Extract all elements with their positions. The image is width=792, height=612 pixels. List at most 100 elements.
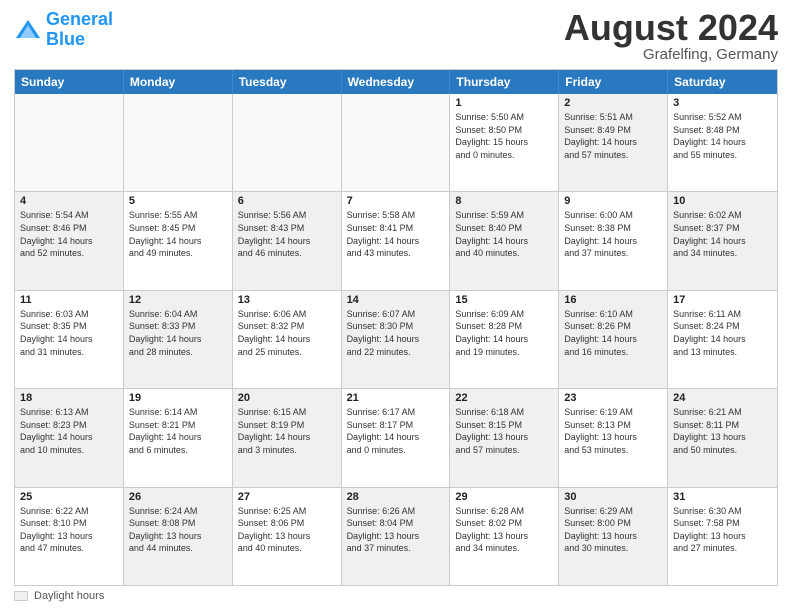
day-info-28: Sunrise: 6:26 AM Sunset: 8:04 PM Dayligh…: [347, 505, 445, 555]
day-number-1: 1: [455, 97, 553, 109]
day-info-2: Sunrise: 5:51 AM Sunset: 8:49 PM Dayligh…: [564, 111, 662, 161]
day-info-16: Sunrise: 6:10 AM Sunset: 8:26 PM Dayligh…: [564, 308, 662, 358]
day-cell-12: 12 Sunrise: 6:04 AM Sunset: 8:33 PM Dayli…: [124, 291, 233, 388]
day-cell-2: 2 Sunrise: 5:51 AM Sunset: 8:49 PM Daylig…: [559, 94, 668, 191]
day-cell-5: 5 Sunrise: 5:55 AM Sunset: 8:45 PM Daylig…: [124, 192, 233, 289]
calendar-body: 1 Sunrise: 5:50 AM Sunset: 8:50 PM Daylig…: [15, 94, 777, 585]
logo: General Blue: [14, 10, 113, 50]
day-info-5: Sunrise: 5:55 AM Sunset: 8:45 PM Dayligh…: [129, 209, 227, 259]
day-number-2: 2: [564, 97, 662, 109]
day-info-11: Sunrise: 6:03 AM Sunset: 8:35 PM Dayligh…: [20, 308, 118, 358]
empty-cell: [15, 94, 124, 191]
day-info-4: Sunrise: 5:54 AM Sunset: 8:46 PM Dayligh…: [20, 209, 118, 259]
day-info-14: Sunrise: 6:07 AM Sunset: 8:30 PM Dayligh…: [347, 308, 445, 358]
day-info-31: Sunrise: 6:30 AM Sunset: 7:58 PM Dayligh…: [673, 505, 772, 555]
day-info-10: Sunrise: 6:02 AM Sunset: 8:37 PM Dayligh…: [673, 209, 772, 259]
day-info-30: Sunrise: 6:29 AM Sunset: 8:00 PM Dayligh…: [564, 505, 662, 555]
day-info-23: Sunrise: 6:19 AM Sunset: 8:13 PM Dayligh…: [564, 406, 662, 456]
day-info-21: Sunrise: 6:17 AM Sunset: 8:17 PM Dayligh…: [347, 406, 445, 456]
day-number-15: 15: [455, 294, 553, 306]
day-cell-26: 26Sunrise: 6:24 AM Sunset: 8:08 PM Dayli…: [124, 488, 233, 585]
weekday-sunday: Sunday: [15, 70, 124, 94]
day-number-9: 9: [564, 195, 662, 207]
logo-blue: Blue: [46, 29, 85, 49]
day-cell-6: 6Sunrise: 5:56 AM Sunset: 8:43 PM Daylig…: [233, 192, 342, 289]
day-number-24: 24: [673, 392, 772, 404]
day-cell-15: 15 Sunrise: 6:09 AM Sunset: 8:28 PM Dayli…: [450, 291, 559, 388]
day-number-22: 22: [455, 392, 553, 404]
day-number-18: 18: [20, 392, 118, 404]
weekday-monday: Monday: [124, 70, 233, 94]
day-cell-24: 24Sunrise: 6:21 AM Sunset: 8:11 PM Dayli…: [668, 389, 777, 486]
day-info-7: Sunrise: 5:58 AM Sunset: 8:41 PM Dayligh…: [347, 209, 445, 259]
calendar-week-5: 25 Sunrise: 6:22 AM Sunset: 8:10 PM Dayli…: [15, 488, 777, 585]
header: General Blue August 2024 Grafelfing, Ger…: [14, 10, 778, 63]
day-number-25: 25: [20, 491, 118, 503]
day-number-30: 30: [564, 491, 662, 503]
day-cell-20: 20 Sunrise: 6:15 AM Sunset: 8:19 PM Dayli…: [233, 389, 342, 486]
day-cell-19: 19Sunrise: 6:14 AM Sunset: 8:21 PM Dayli…: [124, 389, 233, 486]
day-cell-23: 23 Sunrise: 6:19 AM Sunset: 8:13 PM Dayli…: [559, 389, 668, 486]
day-info-3: Sunrise: 5:52 AM Sunset: 8:48 PM Dayligh…: [673, 111, 772, 161]
day-number-14: 14: [347, 294, 445, 306]
day-cell-3: 3 Sunrise: 5:52 AM Sunset: 8:48 PM Daylig…: [668, 94, 777, 191]
day-cell-16: 16 Sunrise: 6:10 AM Sunset: 8:26 PM Dayli…: [559, 291, 668, 388]
day-info-29: Sunrise: 6:28 AM Sunset: 8:02 PM Dayligh…: [455, 505, 553, 555]
day-cell-31: 31 Sunrise: 6:30 AM Sunset: 7:58 PM Dayli…: [668, 488, 777, 585]
day-cell-17: 17 Sunrise: 6:11 AM Sunset: 8:24 PM Dayli…: [668, 291, 777, 388]
day-info-22: Sunrise: 6:18 AM Sunset: 8:15 PM Dayligh…: [455, 406, 553, 456]
day-cell-18: 18 Sunrise: 6:13 AM Sunset: 8:23 PM Dayli…: [15, 389, 124, 486]
day-cell-9: 9Sunrise: 6:00 AM Sunset: 8:38 PM Daylig…: [559, 192, 668, 289]
day-number-23: 23: [564, 392, 662, 404]
title-location: Grafelfing, Germany: [564, 46, 778, 63]
weekday-thursday: Thursday: [450, 70, 559, 94]
day-info-12: Sunrise: 6:04 AM Sunset: 8:33 PM Dayligh…: [129, 308, 227, 358]
logo-icon: [14, 16, 42, 44]
day-number-21: 21: [347, 392, 445, 404]
day-cell-25: 25 Sunrise: 6:22 AM Sunset: 8:10 PM Dayli…: [15, 488, 124, 585]
day-cell-8: 8Sunrise: 5:59 AM Sunset: 8:40 PM Daylig…: [450, 192, 559, 289]
day-number-3: 3: [673, 97, 772, 109]
day-cell-13: 13Sunrise: 6:06 AM Sunset: 8:32 PM Dayli…: [233, 291, 342, 388]
page: General Blue August 2024 Grafelfing, Ger…: [0, 0, 792, 612]
day-number-12: 12: [129, 294, 227, 306]
day-number-5: 5: [129, 195, 227, 207]
day-info-27: Sunrise: 6:25 AM Sunset: 8:06 PM Dayligh…: [238, 505, 336, 555]
calendar-week-3: 11 Sunrise: 6:03 AM Sunset: 8:35 PM Dayli…: [15, 291, 777, 389]
day-number-10: 10: [673, 195, 772, 207]
weekday-saturday: Saturday: [668, 70, 777, 94]
day-cell-4: 4Sunrise: 5:54 AM Sunset: 8:46 PM Daylig…: [15, 192, 124, 289]
calendar-week-4: 18 Sunrise: 6:13 AM Sunset: 8:23 PM Dayli…: [15, 389, 777, 487]
day-number-17: 17: [673, 294, 772, 306]
day-info-1: Sunrise: 5:50 AM Sunset: 8:50 PM Dayligh…: [455, 111, 553, 161]
weekday-tuesday: Tuesday: [233, 70, 342, 94]
day-info-20: Sunrise: 6:15 AM Sunset: 8:19 PM Dayligh…: [238, 406, 336, 456]
day-info-18: Sunrise: 6:13 AM Sunset: 8:23 PM Dayligh…: [20, 406, 118, 456]
day-cell-30: 30 Sunrise: 6:29 AM Sunset: 8:00 PM Dayli…: [559, 488, 668, 585]
title-block: August 2024 Grafelfing, Germany: [564, 10, 778, 63]
day-number-19: 19: [129, 392, 227, 404]
day-cell-1: 1 Sunrise: 5:50 AM Sunset: 8:50 PM Daylig…: [450, 94, 559, 191]
day-number-31: 31: [673, 491, 772, 503]
calendar-week-2: 4Sunrise: 5:54 AM Sunset: 8:46 PM Daylig…: [15, 192, 777, 290]
weekday-friday: Friday: [559, 70, 668, 94]
day-number-20: 20: [238, 392, 336, 404]
day-cell-11: 11 Sunrise: 6:03 AM Sunset: 8:35 PM Dayli…: [15, 291, 124, 388]
day-cell-22: 22 Sunrise: 6:18 AM Sunset: 8:15 PM Dayli…: [450, 389, 559, 486]
day-cell-10: 10 Sunrise: 6:02 AM Sunset: 8:37 PM Dayli…: [668, 192, 777, 289]
day-number-11: 11: [20, 294, 118, 306]
calendar-week-1: 1 Sunrise: 5:50 AM Sunset: 8:50 PM Daylig…: [15, 94, 777, 192]
daylight-legend-label: Daylight hours: [34, 590, 104, 602]
day-number-13: 13: [238, 294, 336, 306]
day-info-17: Sunrise: 6:11 AM Sunset: 8:24 PM Dayligh…: [673, 308, 772, 358]
empty-cell: [342, 94, 451, 191]
day-info-15: Sunrise: 6:09 AM Sunset: 8:28 PM Dayligh…: [455, 308, 553, 358]
footer: Daylight hours: [14, 590, 778, 602]
day-cell-29: 29Sunrise: 6:28 AM Sunset: 8:02 PM Dayli…: [450, 488, 559, 585]
weekday-wednesday: Wednesday: [342, 70, 451, 94]
day-number-7: 7: [347, 195, 445, 207]
day-cell-14: 14 Sunrise: 6:07 AM Sunset: 8:30 PM Dayli…: [342, 291, 451, 388]
day-number-16: 16: [564, 294, 662, 306]
day-number-6: 6: [238, 195, 336, 207]
day-info-25: Sunrise: 6:22 AM Sunset: 8:10 PM Dayligh…: [20, 505, 118, 555]
